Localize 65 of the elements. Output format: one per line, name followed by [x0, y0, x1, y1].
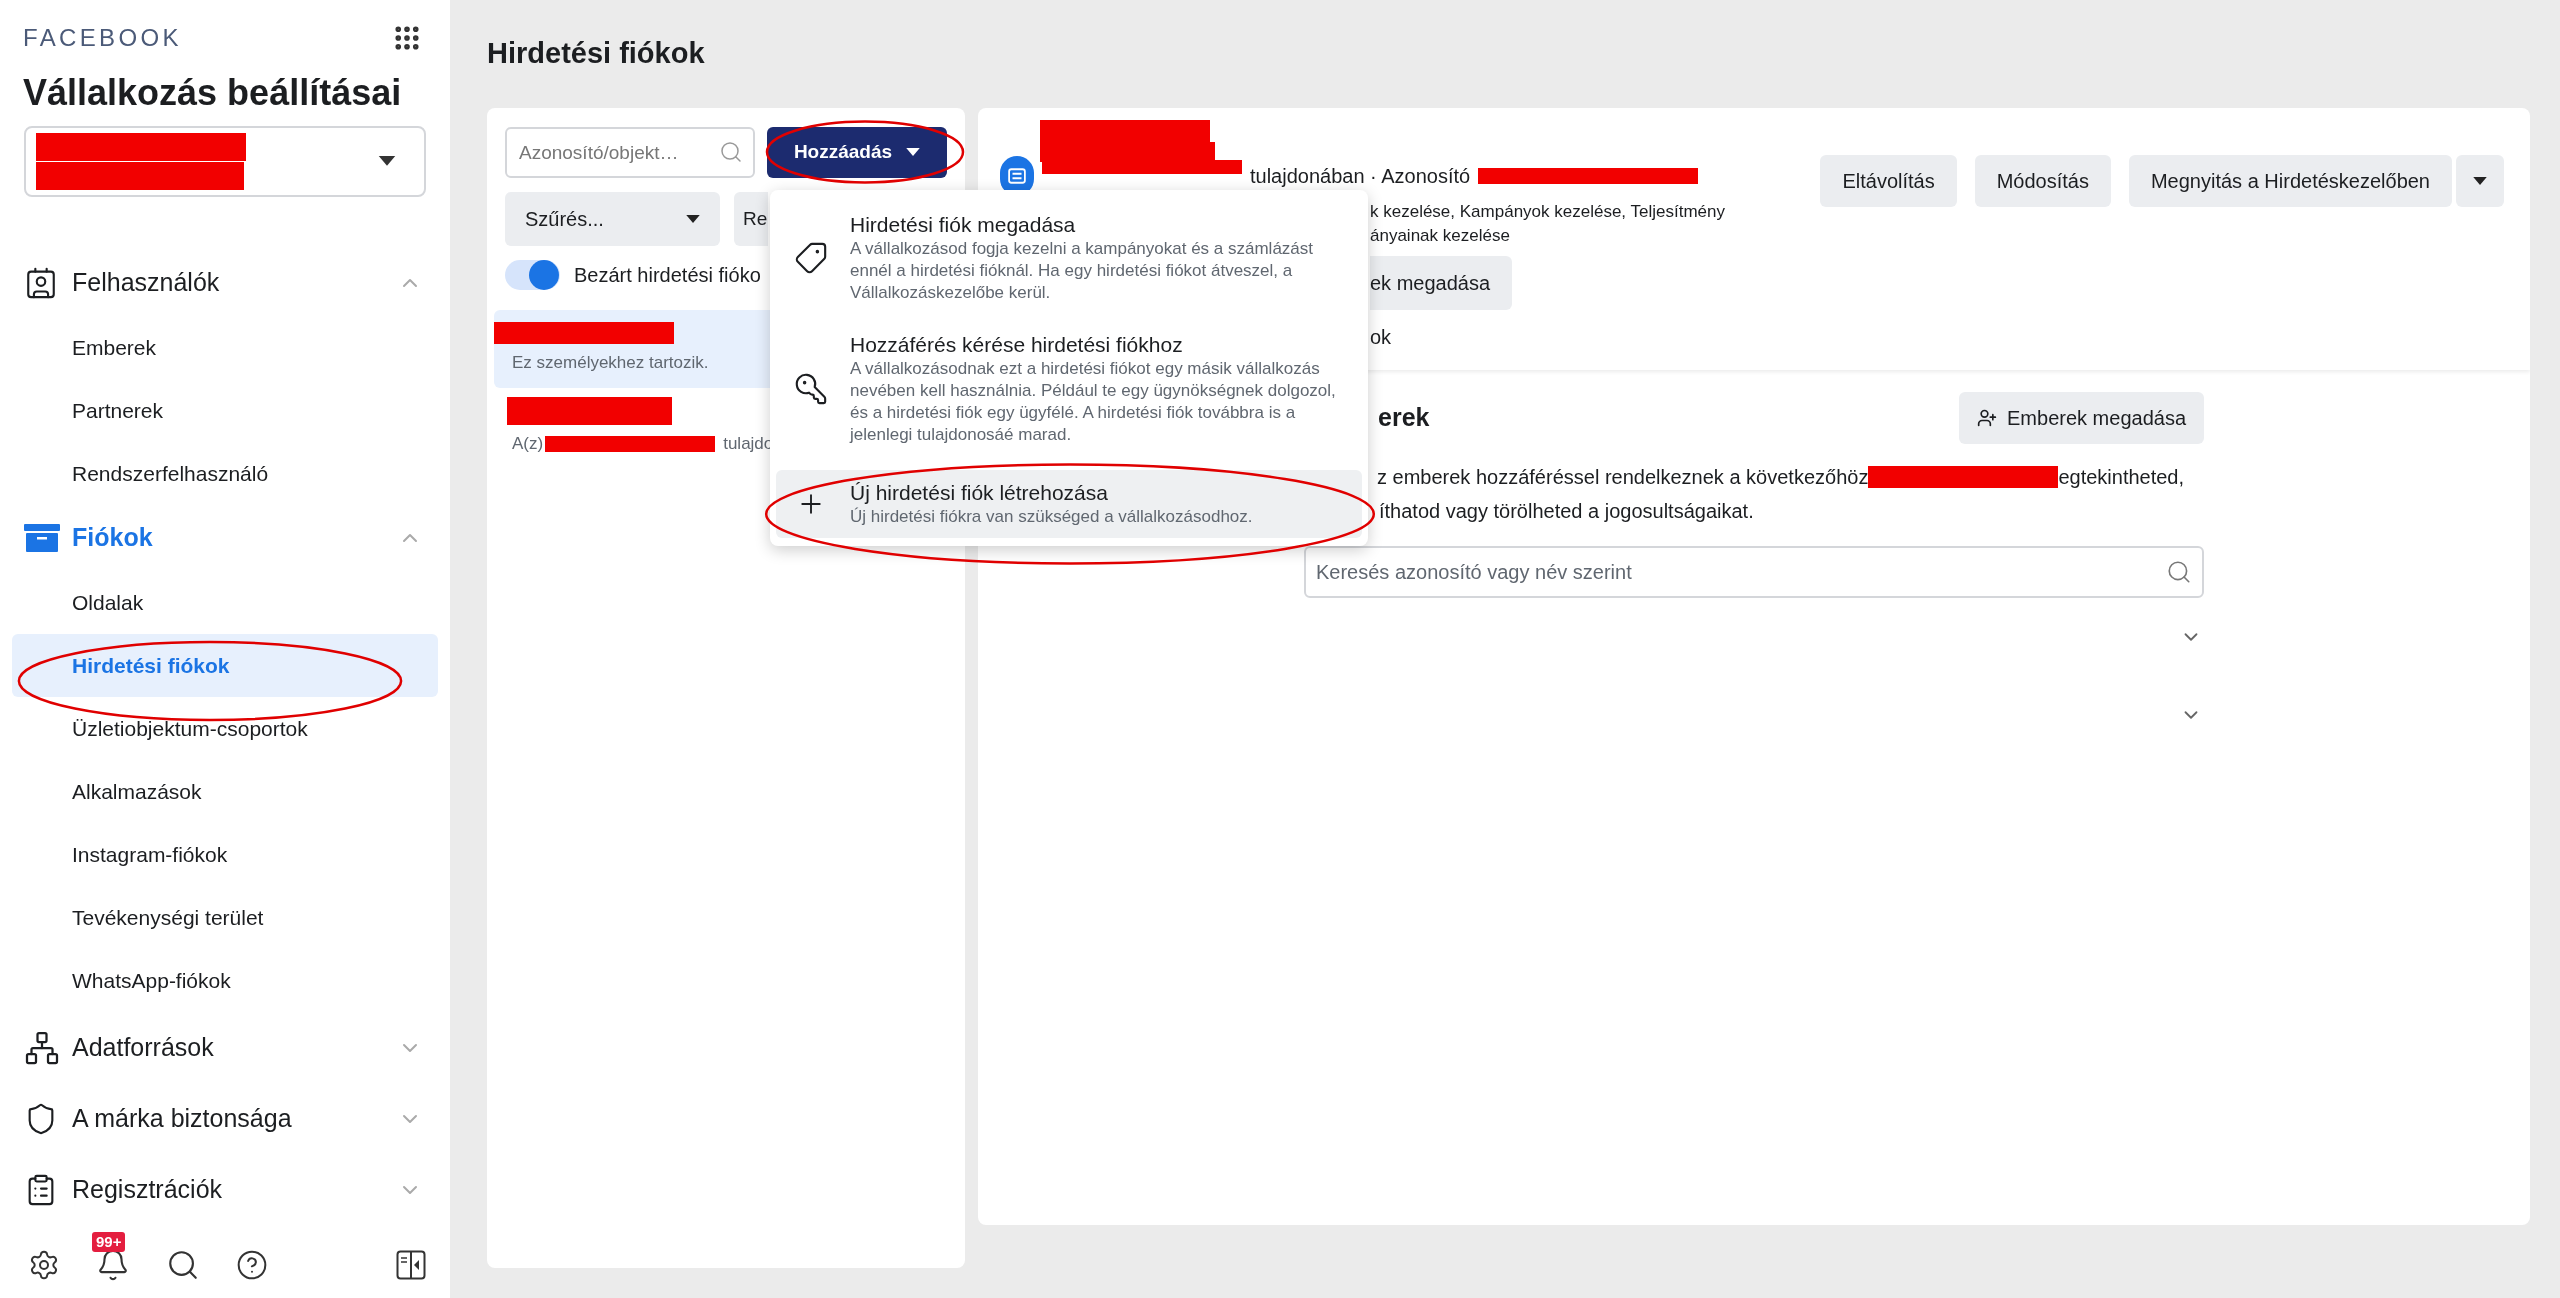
filter-dropdown[interactable]: Szűrés... [505, 192, 720, 246]
settings-icon[interactable] [28, 1249, 60, 1281]
tag-icon [794, 241, 828, 275]
nav-section[interactable]: Fiókok [0, 505, 450, 571]
apps-grid-icon[interactable] [392, 23, 422, 53]
caret-icon [378, 156, 396, 167]
nav-item[interactable]: WhatsApp-fiókok [12, 949, 438, 1012]
collapse-panel-icon[interactable] [396, 1250, 426, 1280]
description-text: z emberek hozzáféréssel rendelkeznek a következőhöz [1377, 465, 1869, 490]
permissions-text: k kezelése, Kampányok kezelése, Teljesítmény [1370, 201, 1725, 223]
menu-item-title: Hirdetési fiók megadása [850, 212, 1077, 238]
nav-item[interactable]: Hirdetési fiókok [12, 634, 438, 697]
people-search-field[interactable]: Keresés azonosító vagy név szerint [1304, 546, 2204, 598]
help-icon[interactable] [236, 1249, 268, 1281]
section-heading: erek [1378, 402, 1430, 434]
nav-item[interactable]: Alkalmazások [12, 760, 438, 823]
search-icon [719, 140, 743, 164]
caret-icon [906, 148, 921, 157]
action-button[interactable]: Megnyitás a Hirdetéskezelőben [2128, 155, 2452, 207]
menu-item-title: Új hirdetési fiók létrehozása [850, 480, 1109, 506]
nav-item[interactable]: Partnerek [12, 379, 438, 442]
owner-line: tulajdonában · Azonosító [1250, 164, 1471, 189]
nav-section[interactable]: Felhasználók [0, 250, 450, 316]
account-subtitle: Ez személyekhez tartozik. [512, 352, 709, 375]
nav-item[interactable]: Emberek [12, 316, 438, 379]
nav-section[interactable]: Adatforrások [0, 1012, 450, 1083]
nav-section[interactable]: A márka biztonsága [0, 1083, 450, 1154]
caret-icon [2473, 176, 2487, 186]
network-icon [24, 1029, 60, 1066]
description-text: íthatod vagy törölheted a jogosultságaikat. [1379, 499, 1754, 524]
sort-button[interactable]: Re [734, 192, 768, 246]
id-badge-icon [24, 266, 58, 300]
account-subtitle: A(z) [512, 433, 544, 456]
action-button[interactable]: Eltávolítás [1820, 155, 1957, 207]
notification-count: 99+ [92, 1232, 126, 1252]
page-heading: Vállalkozás beállításai [23, 71, 402, 115]
nav-item[interactable]: Oldalak [12, 571, 438, 634]
permissions-text: ányainak kezelése [1370, 225, 1511, 247]
key-icon [794, 372, 828, 406]
menu-item-description: A vállalkozásod fogja kezelni a kampányokat és a számlázást ennél a hirdetési fióknál. Ha egy hirdetési fiókot átveszel, a Vállalkozáskezelőbe kerül. [850, 238, 1315, 304]
assign-button[interactable]: ek megadása [1370, 256, 1513, 310]
add-person-icon [1977, 408, 1997, 428]
nav-item[interactable]: Tevékenységi terület [12, 886, 438, 949]
nav-item[interactable]: Üzletiobjektum-csoportok [12, 697, 438, 760]
toggle-switch[interactable] [505, 260, 560, 290]
more-actions-button[interactable] [2456, 155, 2504, 207]
menu-item[interactable]: Új hirdetési fiók létrehozása Új hirdetési fiókra van szükséged a vállalkozásodhoz. [776, 470, 1362, 538]
search-icon [2166, 559, 2192, 585]
toggle-label: Bezárt hirdetési fióko [574, 263, 761, 288]
search-icon[interactable] [166, 1248, 200, 1282]
tab-label[interactable]: ok [1370, 322, 1725, 352]
archive-box-icon [24, 524, 60, 552]
section-title: Hirdetési fiókok [487, 36, 705, 71]
brand-wordmark: FACEBOOK [23, 26, 182, 50]
add-people-button[interactable]: Emberek megadása [1959, 392, 2204, 444]
nav-item[interactable]: Instagram-fiókok [12, 823, 438, 886]
nav-section[interactable]: Regisztrációk [0, 1154, 450, 1225]
add-button[interactable]: Hozzáadás [767, 127, 947, 178]
business-selector[interactable] [24, 126, 426, 197]
action-button[interactable]: Módosítás [1974, 155, 2111, 207]
caret-icon [686, 214, 700, 224]
description-text: egtekintheted, [2058, 465, 2185, 490]
search-field[interactable]: Azonosító/objekt… [505, 127, 755, 178]
nav-item[interactable]: Rendszerfelhasználó [12, 442, 438, 505]
menu-item-description: Új hirdetési fiókra van szükséged a vállalkozásodhoz. [850, 506, 1253, 528]
